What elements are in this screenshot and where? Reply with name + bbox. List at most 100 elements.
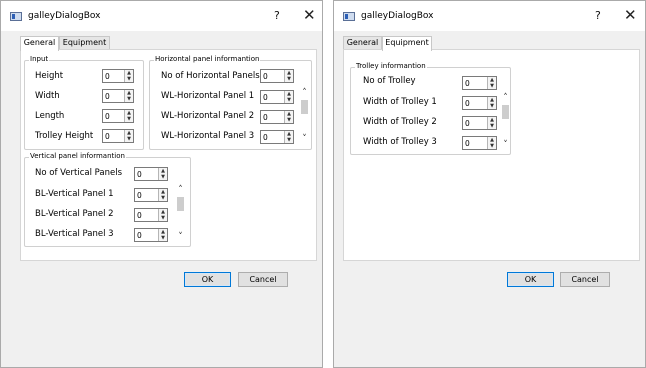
horizontal-panel-group: Horizontal panel informantion No of Hori… (149, 55, 312, 150)
vertical-panel-group: Vertical panel informantion No of Vertic… (24, 152, 191, 247)
app-window-icon (10, 12, 22, 21)
scroll-thumb[interactable] (301, 100, 308, 114)
no-vertical-panels-spinbox[interactable]: 0 ▲ ▼ (134, 167, 168, 181)
wl-horizontal-panel-3-spinbox[interactable]: 0 ▲ ▼ (260, 130, 294, 144)
no-horizontal-panels-spinbox[interactable]: 0 ▲ ▼ (260, 69, 294, 83)
close-button[interactable]: ✕ (303, 6, 316, 24)
bl-vertical-panel-1-spinbox[interactable]: 0 ▲ ▼ (134, 188, 168, 202)
height-spinbox[interactable]: 0 ▲ ▼ (102, 69, 134, 83)
title-bar: galleyDialogBox ? ✕ (1, 1, 322, 31)
spin-down-icon[interactable]: ▼ (125, 76, 133, 82)
width-of-trolley-3-value: 0 (465, 139, 470, 148)
spin-down-icon[interactable]: ▼ (285, 117, 293, 123)
wl-horizontal-panel-2-label: WL-Horizontal Panel 2 (161, 111, 255, 121)
input-group: Input Height 0 ▲ ▼ Width 0 ▲ ▼ Length 0 (24, 55, 144, 150)
general-tab-panel: Input Height 0 ▲ ▼ Width 0 ▲ ▼ Length 0 (20, 49, 317, 261)
window-title: galleyDialogBox (361, 11, 434, 21)
spin-down-icon[interactable]: ▼ (285, 97, 293, 103)
help-button[interactable]: ? (274, 9, 280, 22)
spin-down-icon[interactable]: ▼ (125, 116, 133, 122)
spin-down-icon[interactable]: ▼ (159, 174, 167, 180)
ok-button[interactable]: OK (507, 272, 554, 287)
no-vertical-panels-label: No of Vertical Panels (35, 168, 123, 178)
trolley-height-spinbox[interactable]: 0 ▲ ▼ (102, 129, 134, 143)
spin-arrows: ▲ ▼ (124, 70, 133, 82)
no-vertical-panels-value: 0 (137, 170, 142, 179)
spin-down-icon[interactable]: ▼ (488, 143, 496, 149)
scroll-down-icon[interactable]: ˅ (300, 135, 309, 144)
height-label: Height (35, 71, 64, 81)
length-label: Length (35, 111, 65, 121)
trolley-group-scrollbar[interactable]: ˄ ˅ (501, 94, 510, 150)
scroll-up-icon[interactable]: ˄ (300, 89, 309, 98)
bl-vertical-panel-2-label: BL-Vertical Panel 2 (35, 209, 114, 219)
help-button[interactable]: ? (595, 9, 601, 22)
wl-horizontal-panel-1-spinbox[interactable]: 0 ▲ ▼ (260, 90, 294, 104)
bl-vertical-panel-3-value: 0 (137, 231, 142, 240)
spin-down-icon[interactable]: ▼ (125, 136, 133, 142)
cancel-button[interactable]: Cancel (238, 272, 288, 287)
width-of-trolley-2-value: 0 (465, 119, 470, 128)
wl-horizontal-panel-3-label: WL-Horizontal Panel 3 (161, 131, 255, 141)
tab-equipment[interactable]: Equipment (59, 36, 110, 50)
horizontal-group-scrollbar[interactable]: ˄ ˅ (300, 89, 309, 144)
spin-arrows: ▲ ▼ (124, 90, 133, 102)
width-value: 0 (105, 92, 110, 101)
width-of-trolley-3-spinbox[interactable]: 0 ▲ ▼ (462, 136, 497, 150)
spin-down-icon[interactable]: ▼ (159, 195, 167, 201)
spin-arrows: ▲ ▼ (158, 209, 167, 221)
scroll-down-icon[interactable]: ˅ (501, 141, 510, 150)
width-of-trolley-2-label: Width of Trolley 2 (363, 117, 437, 127)
cancel-button[interactable]: Cancel (560, 272, 610, 287)
scroll-down-icon[interactable]: ˅ (176, 233, 185, 242)
wl-horizontal-panel-2-spinbox[interactable]: 0 ▲ ▼ (260, 110, 294, 124)
equipment-tab-panel: Trolley informantion No of Trolley 0 ▲ ▼… (343, 49, 640, 261)
bl-vertical-panel-1-label: BL-Vertical Panel 1 (35, 189, 114, 199)
spin-arrows: ▲ ▼ (158, 168, 167, 180)
scroll-thumb[interactable] (177, 197, 184, 211)
window-title: galleyDialogBox (28, 11, 101, 21)
scroll-thumb[interactable] (502, 105, 509, 119)
width-of-trolley-2-spinbox[interactable]: 0 ▲ ▼ (462, 116, 497, 130)
horizontal-group-title: Horizontal panel informantion (154, 55, 261, 63)
trolley-height-value: 0 (105, 132, 110, 141)
spin-arrows: ▲ ▼ (158, 189, 167, 201)
length-spinbox[interactable]: 0 ▲ ▼ (102, 109, 134, 123)
bl-vertical-panel-3-spinbox[interactable]: 0 ▲ ▼ (134, 228, 168, 242)
no-horizontal-panels-value: 0 (263, 72, 268, 81)
bl-vertical-panel-3-label: BL-Vertical Panel 3 (35, 229, 114, 239)
input-group-title: Input (29, 55, 50, 63)
close-button[interactable]: ✕ (624, 6, 637, 24)
spin-down-icon[interactable]: ▼ (159, 235, 167, 241)
vertical-group-scrollbar[interactable]: ˄ ˅ (176, 186, 185, 242)
bl-vertical-panel-2-value: 0 (137, 211, 142, 220)
spin-down-icon[interactable]: ▼ (285, 76, 293, 82)
tab-equipment[interactable]: Equipment (382, 36, 432, 51)
width-of-trolley-3-label: Width of Trolley 3 (363, 137, 437, 147)
spin-down-icon[interactable]: ▼ (159, 215, 167, 221)
spin-arrows: ▲ ▼ (124, 110, 133, 122)
title-bar: galleyDialogBox ? ✕ (334, 1, 645, 31)
trolley-group-title: Trolley informantion (355, 62, 427, 70)
tab-general[interactable]: General (343, 36, 382, 50)
no-horizontal-panels-label: No of Horizontal Panels (161, 71, 260, 81)
app-window-icon (343, 12, 355, 21)
width-of-trolley-1-spinbox[interactable]: 0 ▲ ▼ (462, 96, 497, 110)
spin-down-icon[interactable]: ▼ (125, 96, 133, 102)
ok-button[interactable]: OK (184, 272, 231, 287)
scroll-up-icon[interactable]: ˄ (176, 186, 185, 195)
tab-general[interactable]: General (20, 36, 59, 51)
width-of-trolley-1-value: 0 (465, 99, 470, 108)
spin-down-icon[interactable]: ▼ (488, 83, 496, 89)
vertical-group-title: Vertical panel informantion (29, 152, 126, 160)
scroll-up-icon[interactable]: ˄ (501, 94, 510, 103)
no-of-trolley-spinbox[interactable]: 0 ▲ ▼ (462, 76, 497, 90)
trolley-height-label: Trolley Height (35, 131, 94, 141)
width-spinbox[interactable]: 0 ▲ ▼ (102, 89, 134, 103)
wl-horizontal-panel-1-value: 0 (263, 93, 268, 102)
spin-down-icon[interactable]: ▼ (488, 103, 496, 109)
spin-down-icon[interactable]: ▼ (488, 123, 496, 129)
spin-down-icon[interactable]: ▼ (285, 137, 293, 143)
bl-vertical-panel-2-spinbox[interactable]: 0 ▲ ▼ (134, 208, 168, 222)
spin-arrows: ▲ ▼ (284, 70, 293, 82)
